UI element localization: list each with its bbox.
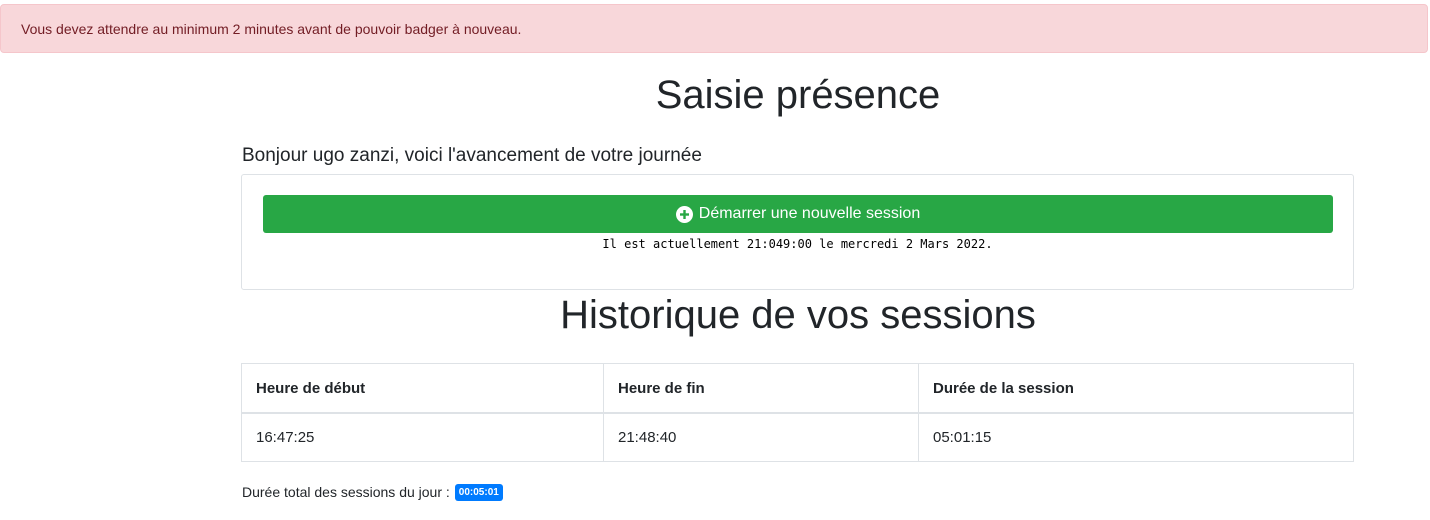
total-label: Durée total des sessions du jour : (242, 484, 450, 500)
plus-circle-icon (675, 205, 693, 223)
table-header-row: Heure de début Heure de fin Durée de la … (241, 363, 1354, 414)
column-header-end: Heure de fin (603, 363, 919, 414)
cell-duration: 05:01:15 (918, 412, 1354, 462)
error-alert: Vous devez attendre au minimum 2 minutes… (0, 4, 1428, 53)
total-duration: Durée total des sessions du jour : 00:05… (242, 482, 503, 502)
current-time-text: Il est actuellement 21:049:00 le mercred… (602, 237, 993, 251)
cell-end-time: 21:48:40 (603, 412, 919, 462)
total-duration-badge: 00:05:01 (454, 483, 503, 501)
sessions-table: Heure de début Heure de fin Durée de la … (241, 363, 1354, 462)
greeting-text: Bonjour ugo zanzi, voici l'avancement de… (242, 145, 702, 166)
table-row: 16:47:25 21:48:40 05:01:15 (241, 412, 1354, 462)
start-session-button[interactable]: Démarrer une nouvelle session (263, 195, 1333, 233)
column-header-duration: Durée de la session (918, 363, 1354, 414)
history-title: Historique de vos sessions (560, 293, 1036, 337)
column-header-start: Heure de début (241, 363, 604, 414)
cell-start-time: 16:47:25 (241, 412, 604, 462)
start-session-label: Démarrer une nouvelle session (698, 205, 921, 222)
page-title: Saisie présence (655, 73, 941, 117)
session-card: Démarrer une nouvelle session Il est act… (241, 174, 1354, 290)
alert-message: Vous devez attendre au minimum 2 minutes… (21, 21, 522, 37)
